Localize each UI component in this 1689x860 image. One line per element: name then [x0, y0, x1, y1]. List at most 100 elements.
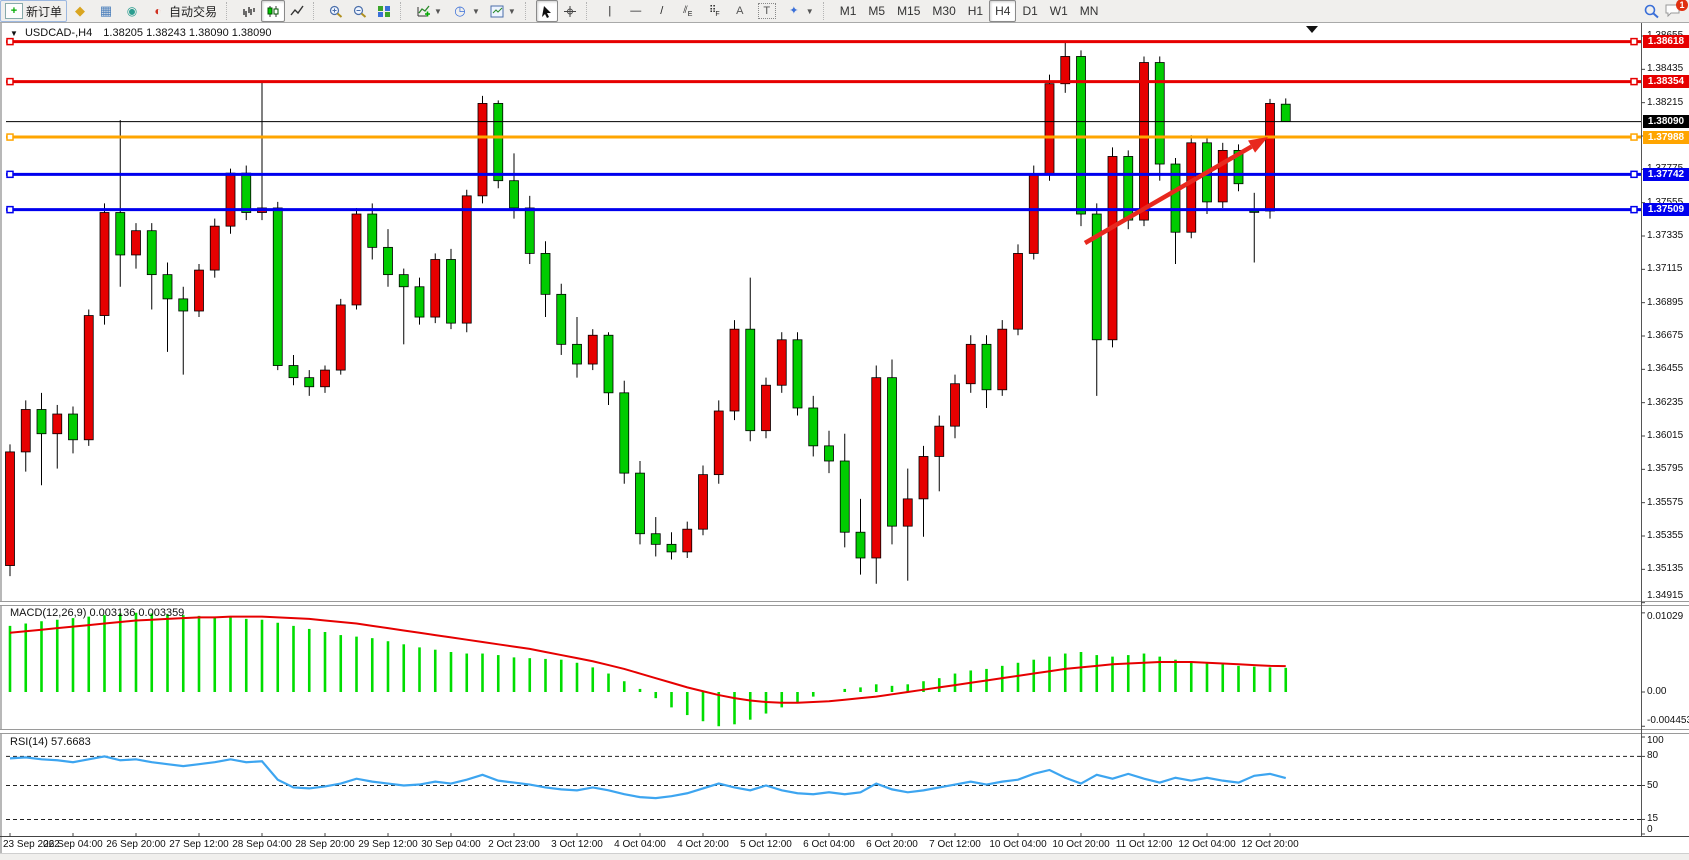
price-tick-label: 1.36895: [1647, 297, 1689, 308]
auto-trading-icon: ◐: [150, 4, 166, 18]
rsi-tick-label: 0: [1647, 824, 1689, 835]
macd-values: 0.003136 0.003359: [89, 607, 184, 619]
periods-button[interactable]: ◷▼: [447, 0, 485, 22]
channel-tool-button[interactable]: ⫽E: [675, 0, 701, 22]
chart-ohlc-values: 1.38205 1.38243 1.38090 1.38090: [103, 27, 271, 39]
crosshair-icon: [563, 5, 577, 18]
rsi-tick-label: 15: [1647, 813, 1689, 824]
timeframe-button-m15[interactable]: M15: [891, 0, 926, 22]
chart-window[interactable]: [0, 23, 1689, 860]
price-tick-label: 1.37335: [1647, 230, 1689, 241]
vertical-line-icon: |: [602, 4, 618, 18]
time-tick-label: 7 Oct 12:00: [929, 839, 981, 850]
arrows-tool-button[interactable]: ✦▼: [781, 0, 819, 22]
bar-chart-button[interactable]: [237, 0, 261, 22]
price-tick-label: 1.35135: [1647, 563, 1689, 574]
text-tool-button[interactable]: A: [727, 0, 753, 22]
timeframe-button-mn[interactable]: MN: [1074, 0, 1105, 22]
search-icon[interactable]: [1644, 4, 1659, 19]
new-order-button[interactable]: + 新订单: [0, 0, 67, 22]
notifications-button[interactable]: 1: [1665, 3, 1683, 19]
templates-button[interactable]: ▼: [485, 0, 521, 22]
rsi-tick-label: 80: [1647, 750, 1689, 761]
new-order-icon: +: [5, 3, 23, 19]
time-tick-label: 12 Oct 04:00: [1178, 839, 1235, 850]
timeframe-button-w1[interactable]: W1: [1044, 0, 1074, 22]
signals-button[interactable]: ◉: [119, 0, 145, 22]
price-tick-label: 1.36235: [1647, 397, 1689, 408]
time-tick-label: 30 Sep 04:00: [421, 839, 481, 850]
pane-splitter-macd[interactable]: [0, 601, 1689, 606]
trendline-tool-button[interactable]: /: [649, 0, 675, 22]
gold-icon: ◆: [72, 4, 88, 18]
macd-tick-label: -0.004453: [1647, 715, 1689, 726]
market-watch-button[interactable]: ▦: [93, 0, 119, 22]
pane-splitter-rsi[interactable]: [0, 729, 1689, 734]
vertical-line-tool-button[interactable]: |: [597, 0, 623, 22]
time-tick-label: 6 Oct 04:00: [803, 839, 855, 850]
time-tick-label: 6 Oct 20:00: [866, 839, 918, 850]
time-tick-label: 12 Oct 20:00: [1241, 839, 1298, 850]
dropdown-caret-icon: ▼: [434, 7, 442, 16]
line-chart-button[interactable]: [285, 0, 309, 22]
text-label-tool-button[interactable]: T: [753, 0, 781, 22]
tile-windows-button[interactable]: [372, 0, 396, 22]
timeframe-button-m1[interactable]: M1: [834, 0, 863, 22]
candlestick-chart-icon: [266, 5, 280, 18]
price-line-label: 1.38618: [1643, 35, 1689, 48]
template-icon: [490, 5, 504, 18]
zoom-out-button[interactable]: [348, 0, 372, 22]
mt4-terminal-window: + 新订单 ◆ ▦ ◉ ◐ 自动交易 ▼ ◷▼ ▼ | — / ⫽E ⠿F A …: [0, 0, 1689, 860]
gold-button[interactable]: ◆: [67, 0, 93, 22]
price-axis-border: [1641, 23, 1642, 836]
time-tick-label: 27 Sep 12:00: [169, 839, 229, 850]
symbol-collapse-icon[interactable]: ▼: [10, 29, 18, 38]
toolbar-separator: [586, 2, 594, 20]
timeframe-button-h4[interactable]: H4: [989, 0, 1016, 22]
auto-trading-button[interactable]: ◐ 自动交易: [145, 0, 222, 22]
text-tool-icon: A: [732, 4, 748, 18]
zoom-in-button[interactable]: [324, 0, 348, 22]
toolbar-separator: [823, 2, 831, 20]
price-tick-label: 1.35355: [1647, 530, 1689, 541]
timeframe-button-d1[interactable]: D1: [1016, 0, 1043, 22]
time-tick-label: 3 Oct 12:00: [551, 839, 603, 850]
time-tick-label: 4 Oct 20:00: [677, 839, 729, 850]
dropdown-caret-icon: ▼: [508, 7, 516, 16]
horizontal-line-tool-button[interactable]: —: [623, 0, 649, 22]
zoom-out-icon: [353, 5, 367, 18]
price-line-label: 1.38354: [1643, 75, 1689, 88]
tile-windows-icon: [377, 5, 391, 18]
fibonacci-tool-button[interactable]: ⠿F: [701, 0, 727, 22]
text-label-icon: T: [758, 3, 776, 19]
rsi-value: 57.6683: [51, 736, 91, 748]
time-axis-border: [0, 836, 1689, 837]
zoom-in-icon: [329, 5, 343, 18]
indicators-icon: [416, 5, 430, 18]
price-tick-label: 1.38215: [1647, 97, 1689, 108]
candlestick-chart-button[interactable]: [261, 0, 285, 22]
chart-header: ▼ USDCAD-,H4 1.38205 1.38243 1.38090 1.3…: [10, 27, 272, 39]
notification-badge: 1: [1676, 0, 1688, 11]
fibonacci-icon: ⠿F: [706, 4, 722, 18]
rsi-tick-label: 100: [1647, 735, 1689, 746]
timeframe-button-m5[interactable]: M5: [862, 0, 891, 22]
crosshair-tool-button[interactable]: [558, 0, 582, 22]
price-tick-label: 1.37115: [1647, 263, 1689, 274]
time-tick-label: 26 Sep 04:00: [43, 839, 103, 850]
timeframe-group: M1M5M15M30H1H4D1W1MN: [834, 0, 1105, 22]
shapes-icon: ✦: [786, 4, 802, 18]
time-tick-label: 5 Oct 12:00: [740, 839, 792, 850]
timeframe-button-h1[interactable]: H1: [962, 0, 989, 22]
clock-icon: ◷: [452, 4, 468, 18]
macd-label: MACD(12,26,9) 0.003136 0.003359: [10, 607, 184, 619]
trendline-icon: /: [654, 4, 670, 18]
rsi-label: RSI(14) 57.6683: [10, 736, 91, 748]
timeframe-button-m30[interactable]: M30: [926, 0, 961, 22]
chart-window-icon: ▦: [98, 4, 114, 18]
indicators-button[interactable]: ▼: [411, 0, 447, 22]
time-tick-label: 28 Sep 04:00: [232, 839, 292, 850]
time-tick-label: 29 Sep 12:00: [358, 839, 418, 850]
time-tick-label: 2 Oct 23:00: [488, 839, 540, 850]
cursor-tool-button[interactable]: [536, 0, 558, 22]
